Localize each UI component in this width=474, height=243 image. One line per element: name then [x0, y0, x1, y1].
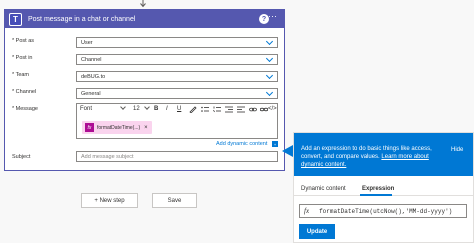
editor-toolbar: Font 12 B I U </>: [77, 104, 277, 115]
expression-flyout: Add an expression to do basic things lik…: [293, 132, 474, 243]
update-button[interactable]: Update: [299, 224, 335, 239]
chevron-down-icon: [265, 54, 274, 63]
expression-token[interactable]: fx formatDateTime(...) ×: [82, 121, 152, 134]
font-select[interactable]: Font: [80, 106, 92, 112]
link-icon[interactable]: [249, 106, 257, 113]
teams-logo-icon: T: [9, 12, 22, 26]
chevron-down-icon: [265, 71, 274, 80]
connector-arrow-icon: [140, 0, 146, 8]
chevron-down-icon: [120, 104, 126, 110]
channel-label: * Channel: [12, 89, 37, 95]
chevron-down-icon: [265, 88, 274, 97]
bold-button[interactable]: B: [154, 106, 158, 112]
pen-icon[interactable]: [189, 106, 197, 113]
post-as-label: * Post as: [12, 38, 35, 44]
code-view-button[interactable]: </>: [268, 106, 277, 112]
channel-select[interactable]: General: [76, 88, 278, 99]
new-step-button[interactable]: + New step: [81, 193, 138, 208]
underline-button[interactable]: U: [177, 106, 181, 112]
save-button[interactable]: Save: [152, 193, 197, 208]
subject-label: Subject: [12, 154, 31, 160]
function-icon: fx: [304, 207, 310, 215]
function-icon: fx: [85, 123, 94, 132]
more-options-icon[interactable]: ···: [268, 11, 277, 21]
add-dynamic-content-link[interactable]: Add dynamic content: [216, 141, 267, 147]
flyout-pointer: [282, 145, 293, 157]
chevron-down-icon: [265, 37, 274, 46]
subject-input[interactable]: Add message subject: [76, 151, 278, 162]
bulleted-list-icon[interactable]: [201, 106, 209, 113]
italic-button[interactable]: I: [166, 106, 168, 112]
post-as-select[interactable]: User: [76, 37, 278, 48]
team-select[interactable]: deBUG.to: [76, 71, 278, 82]
tab-dynamic-content[interactable]: Dynamic content: [301, 186, 346, 192]
active-tab-indicator: [360, 194, 392, 196]
tab-expression[interactable]: Expression: [362, 186, 394, 192]
font-size-select[interactable]: 12: [133, 106, 140, 112]
unlink-icon[interactable]: [260, 106, 268, 113]
flow-designer: T Post message in a chat or channel ? ··…: [0, 0, 474, 243]
numbered-list-icon[interactable]: [213, 106, 221, 113]
card-title: Post message in a chat or channel: [28, 15, 136, 23]
flyout-header: Add an expression to do basic things lik…: [294, 133, 473, 176]
add-dynamic-content-icon[interactable]: +: [272, 141, 278, 147]
post-in-label: * Post in: [12, 55, 33, 61]
action-card: T Post message in a chat or channel ? ··…: [4, 9, 285, 171]
post-in-select[interactable]: Channel: [76, 54, 278, 65]
team-label: * Team: [12, 72, 30, 78]
channel-value: General: [81, 90, 101, 97]
post-as-value: User: [81, 39, 93, 46]
increase-indent-icon[interactable]: [237, 106, 245, 113]
expression-text: formatDateTime(utcNow(),'MM-dd-yyyy'): [319, 207, 453, 215]
team-value: deBUG.to: [81, 73, 106, 80]
post-in-value: Channel: [81, 56, 102, 63]
message-editor[interactable]: Font 12 B I U </> fx formatDateTime(...): [76, 103, 278, 139]
remove-token-icon[interactable]: ×: [144, 125, 148, 131]
hide-button[interactable]: Hide: [451, 146, 463, 154]
flyout-tabs: Dynamic content Expression: [294, 176, 473, 196]
message-label: * Message: [12, 106, 38, 112]
chevron-down-icon: [144, 104, 150, 110]
token-label: formatDateTime(...): [97, 124, 141, 131]
decrease-indent-icon[interactable]: [225, 106, 233, 113]
card-header[interactable]: T Post message in a chat or channel ? ··…: [5, 10, 284, 28]
expression-input[interactable]: fx formatDateTime(utcNow(),'MM-dd-yyyy'): [299, 204, 467, 218]
